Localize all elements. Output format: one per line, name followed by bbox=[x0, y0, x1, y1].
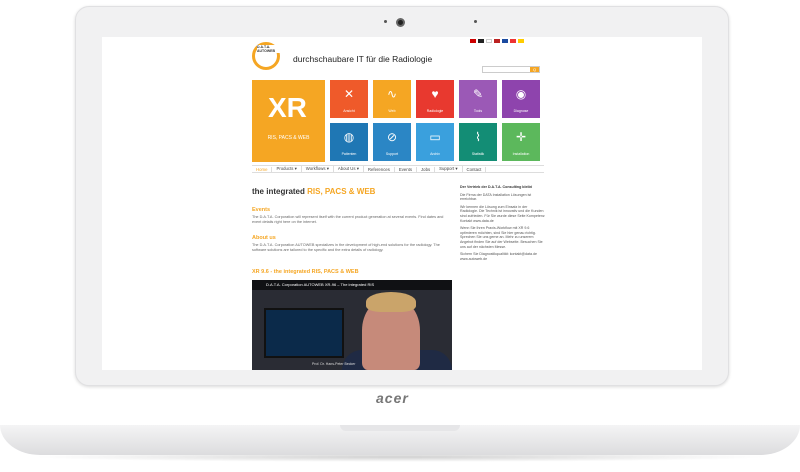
events-heading: Events bbox=[252, 207, 271, 213]
nav-contact[interactable]: Contact bbox=[463, 166, 487, 172]
tile-label: Patienten bbox=[341, 152, 357, 156]
language-flags[interactable] bbox=[470, 39, 524, 44]
nav-events[interactable]: Events bbox=[395, 166, 418, 172]
sidebar-item-bold: Der Vertrieb der D.A.T.A. Consulting ble… bbox=[460, 185, 532, 189]
plus-icon: ✛ bbox=[515, 130, 527, 144]
wave-icon: ∿ bbox=[386, 87, 398, 101]
camera-light bbox=[474, 20, 477, 23]
feature-tiles: ✕ Ansicht ∿ Web ♥ Radiologie ✎ Tools ◉ Diagno… bbox=[330, 80, 544, 161]
tile-diagnose[interactable]: ◉ Diagnose bbox=[502, 80, 540, 118]
tile-label: Diagnose bbox=[513, 109, 529, 113]
nav-jobs[interactable]: Jobs bbox=[417, 166, 436, 172]
tile-installation[interactable]: ✛ Installation bbox=[502, 123, 540, 161]
flag-icon[interactable] bbox=[510, 39, 516, 43]
globe-icon: ◍ bbox=[343, 130, 355, 144]
flag-icon[interactable] bbox=[486, 39, 492, 43]
tile-label: Tools bbox=[473, 109, 483, 113]
sidebar-item: Die Firma der DATA Installation Lösungen… bbox=[460, 192, 532, 202]
eye-icon: ◉ bbox=[515, 87, 527, 101]
video-player[interactable]: D.A.T.A. Corporation AUTOWEB XR-96 – The… bbox=[252, 280, 452, 370]
video-title-bar[interactable]: D.A.T.A. Corporation AUTOWEB XR-96 – The… bbox=[252, 280, 452, 290]
hero-subtitle: RIS, PACS & WEB bbox=[267, 135, 310, 141]
sidebar-item: Wir kennen die Lösung zum Einsatz in der… bbox=[460, 204, 545, 223]
laptop-screen: D.A.T.A. AUTOWEB durchschaubare IT für d… bbox=[102, 37, 702, 370]
laptop-hinge bbox=[340, 425, 460, 431]
about-heading: About us bbox=[252, 235, 276, 241]
hero-logo: XR bbox=[268, 92, 307, 123]
tile-statistik[interactable]: ⌇ Statistik bbox=[459, 123, 497, 161]
events-text: The D.A.T.A. Corporation will represent … bbox=[252, 215, 444, 224]
tile-ansicht[interactable]: ✕ Ansicht bbox=[330, 80, 368, 118]
gauge-icon: ⊘ bbox=[386, 130, 398, 144]
search-box: Q bbox=[482, 66, 540, 73]
logo-text: D.A.T.A. AUTOWEB bbox=[257, 45, 287, 53]
laptop-brand: acer bbox=[376, 390, 409, 406]
camera-sensor bbox=[384, 20, 387, 23]
flag-icon[interactable] bbox=[518, 39, 524, 43]
tile-label: Radiologie bbox=[426, 109, 444, 113]
title-prefix: the integrated bbox=[252, 187, 308, 196]
tile-patienten[interactable]: ◍ Patienten bbox=[330, 123, 368, 161]
chart-icon: ⌇ bbox=[475, 130, 481, 144]
tile-support[interactable]: ⊘ Support bbox=[373, 123, 411, 161]
tile-label: Statistik bbox=[471, 152, 485, 156]
tile-label: Ansicht bbox=[343, 109, 355, 113]
sidebar-item: Wenn Sie Ihren Praxis-Workflow mit XR 9.… bbox=[460, 226, 543, 249]
folder-icon: ▭ bbox=[429, 130, 441, 144]
hero-banner[interactable]: XR RIS, PACS & WEB bbox=[252, 80, 325, 162]
video-monitor bbox=[264, 308, 344, 358]
sidebar-news: Der Vertrieb der D.A.T.A. Consulting ble… bbox=[460, 185, 545, 264]
tile-label: Support bbox=[385, 152, 399, 156]
tile-tools[interactable]: ✎ Tools bbox=[459, 80, 497, 118]
flag-icon[interactable] bbox=[478, 39, 484, 43]
video-caption: Prof. Dr. Hans-Peter Becker bbox=[312, 362, 356, 366]
nav-workflows[interactable]: Workflows ▾ bbox=[302, 166, 334, 172]
tile-label: Archiv bbox=[430, 152, 440, 156]
nav-about[interactable]: About Us ▾ bbox=[334, 166, 364, 172]
pen-icon: ✎ bbox=[472, 87, 484, 101]
webcam bbox=[396, 18, 405, 27]
laptop-frame: acer D.A.T.A. AUTOWEB durchschaubare IT … bbox=[0, 0, 800, 472]
ribcage-icon: ♥ bbox=[431, 87, 439, 101]
video-person-hair bbox=[366, 292, 416, 312]
nav-home[interactable]: Home bbox=[252, 166, 273, 172]
tile-label: Web bbox=[388, 109, 396, 113]
page-title: the integrated RIS, PACS & WEB bbox=[252, 187, 375, 196]
sidebar-item[interactable]: Sichern Sie Diagnostikqualität: kontakt@… bbox=[460, 252, 545, 261]
sidebar-item: Der Vertrieb der D.A.T.A. Consulting ble… bbox=[460, 185, 545, 190]
xr-heading[interactable]: XR 9.6 - the integrated RIS, PACS & WEB bbox=[252, 269, 359, 275]
site-tagline: durchschaubare IT für die Radiologie bbox=[293, 54, 433, 64]
tile-web[interactable]: ∿ Web bbox=[373, 80, 411, 118]
website-page: D.A.T.A. AUTOWEB durchschaubare IT für d… bbox=[252, 37, 545, 370]
main-nav: Home Products ▾ Workflows ▾ About Us ▾ R… bbox=[252, 165, 544, 173]
nav-products[interactable]: Products ▾ bbox=[272, 166, 302, 172]
flag-icon[interactable] bbox=[502, 39, 508, 43]
tile-label: Installation bbox=[512, 152, 530, 156]
cross-icon: ✕ bbox=[343, 87, 355, 101]
search-input[interactable] bbox=[483, 67, 530, 72]
flag-icon[interactable] bbox=[470, 39, 476, 43]
title-accent: RIS, PACS & WEB bbox=[307, 187, 376, 196]
search-button[interactable]: Q bbox=[530, 67, 539, 72]
nav-references[interactable]: References bbox=[364, 166, 395, 172]
tile-archiv[interactable]: ▭ Archiv bbox=[416, 123, 454, 161]
flag-icon[interactable] bbox=[494, 39, 500, 43]
tile-radiologie[interactable]: ♥ Radiologie bbox=[416, 80, 454, 118]
nav-support[interactable]: Support ▾ bbox=[435, 166, 463, 172]
about-text: The D.A.T.A. Corporation AUTOWEB special… bbox=[252, 243, 440, 252]
